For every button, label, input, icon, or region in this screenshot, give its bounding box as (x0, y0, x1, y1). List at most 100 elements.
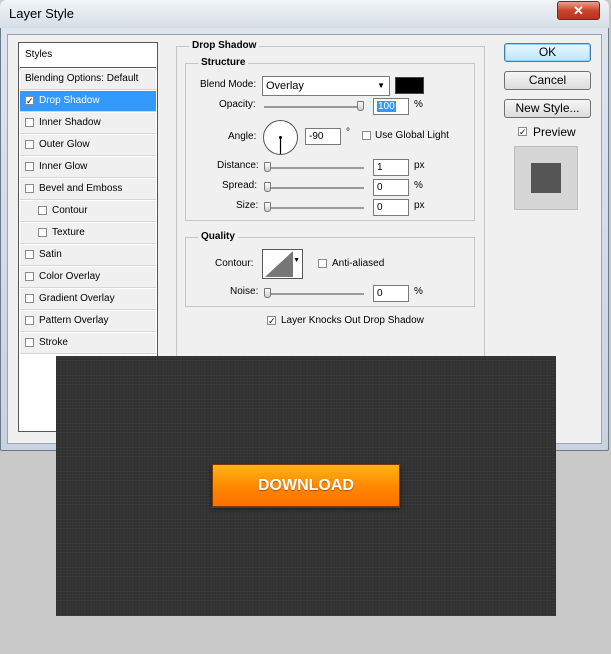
opacity-slider-track[interactable] (264, 106, 364, 108)
style-item-checkbox[interactable] (25, 272, 34, 281)
style-item-checkbox[interactable]: ✓ (25, 96, 34, 106)
size-slider-track[interactable] (264, 207, 364, 209)
style-item[interactable]: Bevel and Emboss (20, 179, 156, 200)
distance-unit: px (414, 160, 425, 171)
style-item[interactable]: Inner Shadow (20, 113, 156, 134)
close-button[interactable]: ✕ (557, 1, 600, 20)
style-item[interactable]: Blending Options: Default (20, 69, 156, 90)
distance-slider-track[interactable] (264, 167, 364, 169)
angle-label: Angle: (228, 131, 257, 142)
style-item-checkbox[interactable] (38, 206, 47, 215)
spread-field[interactable]: 0 (373, 179, 409, 196)
style-item-label: Texture (52, 227, 85, 238)
angle-field[interactable]: -90 (305, 128, 341, 145)
contour-dropdown-icon[interactable]: ▼ (293, 257, 300, 264)
contour-preview-icon (265, 251, 293, 277)
style-item[interactable]: ✓ Drop Shadow (20, 91, 156, 112)
angle-dial[interactable] (262, 119, 299, 156)
structure-title: Structure (198, 57, 249, 68)
style-item[interactable]: Contour (20, 201, 156, 222)
noise-field[interactable]: 0 (373, 285, 409, 302)
shadow-color-swatch[interactable] (395, 77, 424, 94)
distance-slider-thumb[interactable] (264, 162, 271, 172)
preview-checkbox[interactable]: ✓ (518, 127, 527, 137)
preview-swatch (531, 163, 561, 193)
anti-aliased-label: Anti-aliased (332, 258, 385, 269)
use-global-light-checkbox[interactable] (362, 131, 371, 140)
size-slider-thumb[interactable] (264, 202, 271, 212)
download-button-artwork: DOWNLOAD (212, 464, 400, 507)
style-item-label: Color Overlay (39, 271, 101, 282)
style-item[interactable]: Satin (20, 245, 156, 266)
styles-header-label: Styles (25, 49, 53, 60)
style-item[interactable]: Gradient Overlay (20, 289, 156, 310)
quality-title: Quality (198, 231, 238, 242)
style-item-label: Bevel and Emboss (39, 183, 123, 194)
spread-slider-thumb[interactable] (264, 182, 271, 192)
style-item-checkbox[interactable] (25, 294, 34, 303)
preview-label: Preview (533, 125, 576, 139)
opacity-field[interactable]: 100 (373, 98, 409, 115)
distance-field[interactable]: 1 (373, 159, 409, 176)
blend-mode-select[interactable]: Overlay ▼ (262, 76, 390, 96)
cancel-button[interactable]: Cancel (504, 71, 591, 90)
styles-header[interactable]: Styles (20, 44, 156, 68)
style-item[interactable]: Inner Glow (20, 157, 156, 178)
style-item-label: Contour (52, 205, 88, 216)
style-item-label: Satin (39, 249, 62, 260)
size-unit: px (414, 200, 425, 211)
spread-slider-track[interactable] (264, 187, 364, 189)
contour-picker[interactable]: ▼ (262, 249, 303, 279)
preview-thumbnail (514, 146, 578, 210)
style-item-checkbox[interactable] (25, 338, 34, 347)
size-field[interactable]: 0 (373, 199, 409, 216)
style-item[interactable]: Stroke (20, 333, 156, 354)
style-item-label: Pattern Overlay (39, 315, 109, 326)
angle-unit: ° (346, 127, 350, 138)
style-item-checkbox[interactable] (25, 184, 34, 193)
style-item-label: Drop Shadow (39, 95, 100, 106)
layer-knocks-out-checkbox[interactable]: ✓ (267, 316, 276, 326)
style-item-label: Outer Glow (39, 139, 90, 150)
style-item-checkbox[interactable] (38, 228, 47, 237)
quality-group (185, 237, 475, 307)
distance-label: Distance: (217, 160, 259, 171)
style-item-label: Gradient Overlay (39, 293, 115, 304)
chevron-down-icon: ▼ (377, 81, 385, 90)
style-item-checkbox[interactable] (25, 140, 34, 149)
opacity-label: Opacity: (219, 99, 256, 110)
style-item-label: Inner Glow (39, 161, 88, 172)
spread-label: Spread: (222, 180, 258, 191)
noise-slider-track[interactable] (264, 293, 364, 295)
anti-aliased-checkbox[interactable] (318, 259, 327, 268)
window-title: Layer Style (9, 6, 75, 21)
blend-mode-value: Overlay (266, 80, 304, 92)
opacity-unit: % (414, 99, 423, 110)
style-item[interactable]: Color Overlay (20, 267, 156, 288)
new-style-button[interactable]: New Style... (504, 99, 591, 118)
title-bar[interactable] (0, 0, 609, 28)
style-item-checkbox[interactable] (25, 250, 34, 259)
style-item[interactable]: Texture (20, 223, 156, 244)
style-item-checkbox[interactable] (25, 162, 34, 171)
use-global-light-label: Use Global Light (375, 130, 449, 141)
spread-unit: % (414, 180, 423, 191)
contour-label: Contour: (215, 258, 254, 269)
noise-unit: % (414, 286, 423, 297)
noise-label: Noise: (230, 286, 259, 297)
opacity-value: 100 (377, 101, 396, 112)
noise-slider-thumb[interactable] (264, 288, 271, 298)
style-item-label: Blending Options: Default (25, 73, 139, 84)
style-item-label: Inner Shadow (39, 117, 101, 128)
style-item-checkbox[interactable] (25, 316, 34, 325)
style-item[interactable]: Outer Glow (20, 135, 156, 156)
layer-knocks-out-label: Layer Knocks Out Drop Shadow (281, 315, 424, 326)
size-label: Size: (236, 200, 259, 211)
style-item-label: Stroke (39, 337, 68, 348)
style-item-checkbox[interactable] (25, 118, 34, 127)
drop-shadow-title: Drop Shadow (189, 40, 260, 51)
opacity-slider-thumb[interactable] (357, 101, 364, 111)
style-item[interactable]: Pattern Overlay (20, 311, 156, 332)
blend-mode-label: Blend Mode: (200, 79, 257, 90)
ok-button[interactable]: OK (504, 43, 591, 62)
